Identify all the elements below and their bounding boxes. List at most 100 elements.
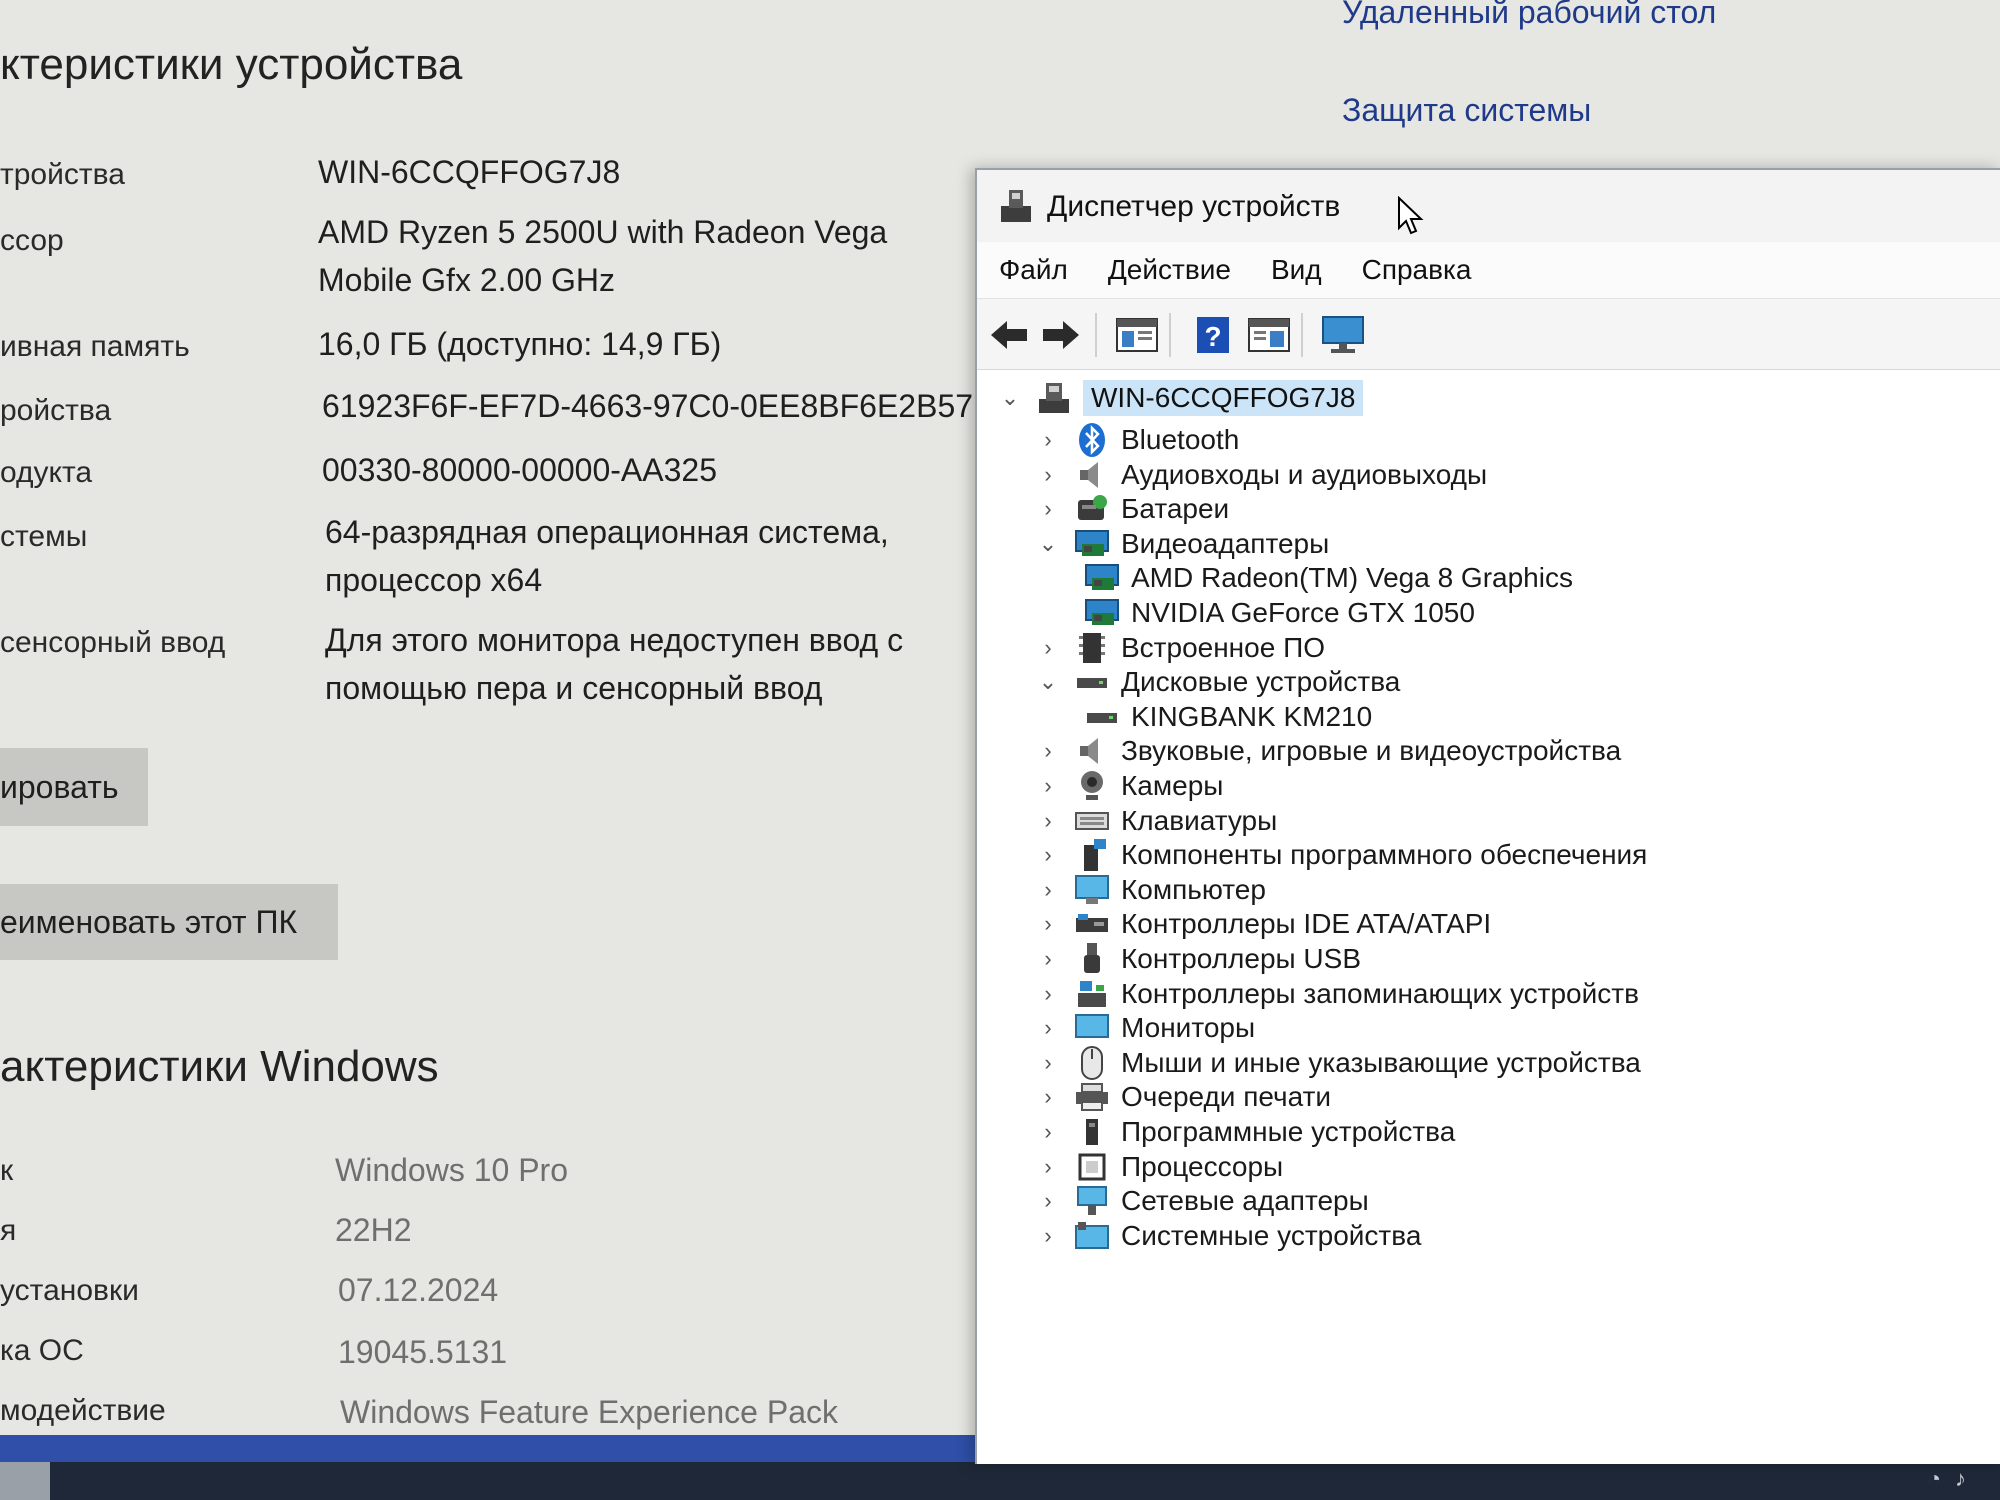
tree-item-label: Мыши и иные указывающие устройства	[1121, 1047, 1641, 1078]
windows-specs-heading: актеристики Windows	[0, 1042, 439, 1091]
processor-value-line2: Mobile Gfx 2.00 GHz	[318, 262, 615, 298]
rename-pc-button[interactable]: еименовать этот ПК	[0, 884, 338, 960]
tree-item-label: Контроллеры IDE ATA/ATAPI	[1121, 908, 1492, 939]
tree-category-item[interactable]: › Камеры	[1035, 766, 1223, 806]
menu-action[interactable]: Действие	[1108, 254, 1231, 286]
chevron-down-icon[interactable]: ⌄	[1035, 669, 1061, 695]
printer-icon	[1073, 1078, 1111, 1116]
menu-file[interactable]: Файл	[999, 254, 1068, 286]
back-button[interactable]	[987, 313, 1031, 357]
tree-category-item[interactable]: ⌄ Дисковые устройства	[1035, 662, 1401, 702]
show-hide-console-tree-button[interactable]	[1115, 313, 1159, 357]
chevron-right-icon[interactable]: ›	[1035, 808, 1061, 834]
chevron-right-icon[interactable]: ›	[1035, 946, 1061, 972]
tree-item-label: Мониторы	[1121, 1012, 1256, 1043]
chevron-right-icon[interactable]: ›	[1035, 1084, 1061, 1110]
system-type-value-line2: процессор x64	[325, 562, 543, 598]
chevron-right-icon[interactable]: ›	[1035, 1154, 1061, 1180]
tree-category-item[interactable]: › Компоненты программного обеспечения	[1035, 835, 1647, 875]
install-date-label: установки	[0, 1274, 139, 1307]
svg-text:?: ?	[1204, 321, 1221, 352]
chevron-down-icon[interactable]: ⌄	[997, 385, 1023, 411]
device-tree[interactable]: ⌄ WIN-6CCQFFOG7J8 › Bluetooth › Аудиовходы …	[977, 370, 2000, 1464]
tree-device-item[interactable]: AMD Radeon(TM) Vega 8 Graphics	[1071, 558, 1573, 598]
tree-category-item[interactable]: › Контроллеры IDE ATA/ATAPI	[1035, 904, 1491, 944]
chevron-right-icon[interactable]: ›	[1035, 427, 1061, 453]
system-device-icon	[1073, 1217, 1111, 1255]
system-protection-link[interactable]: Защита системы	[1342, 92, 1591, 129]
device-id-label: ройства	[0, 394, 112, 427]
pen-touch-value-line2: помощью пера и сенсорный ввод	[325, 670, 823, 706]
tree-item-label: Компьютер	[1121, 874, 1266, 905]
device-id-value: 61923F6F-EF7D-4663-97C0-0EE8BF6E2B57	[322, 388, 974, 424]
title-bar[interactable]: Диспетчер устройств	[977, 170, 2000, 242]
chevron-right-icon[interactable]: ›	[1035, 842, 1061, 868]
os-build-label: ка ОС	[0, 1334, 84, 1367]
tree-device-item[interactable]: NVIDIA GeForce GTX 1050	[1071, 593, 1475, 633]
tree-category-item[interactable]: › Звуковые, игровые и видеоустройства	[1035, 731, 1621, 771]
start-button[interactable]	[0, 1462, 50, 1500]
speaker-icon	[1073, 732, 1111, 770]
tree-root-label: WIN-6CCQFFOG7J8	[1083, 380, 1364, 416]
tree-category-item[interactable]: › Сетевые адаптеры	[1035, 1181, 1368, 1221]
tree-item-label: AMD Radeon(TM) Vega 8 Graphics	[1131, 562, 1573, 593]
scan-hardware-button[interactable]	[1321, 313, 1365, 357]
arrow-left-icon	[991, 321, 1027, 349]
chevron-right-icon[interactable]: ›	[1035, 1188, 1061, 1214]
tree-root[interactable]: ⌄ WIN-6CCQFFOG7J8	[997, 378, 1364, 418]
copy-button-label: ировать	[0, 768, 119, 805]
copy-button[interactable]: ировать	[0, 748, 148, 826]
tree-category-item[interactable]: › Очереди печати	[1035, 1077, 1331, 1117]
chevron-right-icon[interactable]: ›	[1035, 981, 1061, 1007]
network-tray-icon[interactable]: ◔	[1928, 1466, 1955, 1491]
tree-item-label: Bluetooth	[1121, 424, 1240, 455]
rename-pc-button-label: еименовать этот ПК	[0, 903, 298, 940]
chevron-right-icon[interactable]: ›	[1035, 1119, 1061, 1145]
edition-value: Windows 10 Pro	[335, 1152, 568, 1188]
tree-item-label: Клавиатуры	[1121, 805, 1278, 836]
tree-category-item[interactable]: › Батареи	[1035, 489, 1229, 529]
device-name-label: тройства	[0, 158, 125, 191]
chevron-right-icon[interactable]: ›	[1035, 877, 1061, 903]
display-adapter-icon	[1083, 594, 1121, 632]
bluetooth-icon	[1073, 421, 1111, 459]
chevron-right-icon[interactable]: ›	[1035, 911, 1061, 937]
chevron-right-icon[interactable]: ›	[1035, 738, 1061, 764]
properties-button[interactable]	[1247, 313, 1291, 357]
tree-item-label: Программные устройства	[1121, 1116, 1456, 1147]
toolbar: ?	[977, 298, 2000, 371]
chevron-right-icon[interactable]: ›	[1035, 773, 1061, 799]
menu-view[interactable]: Вид	[1271, 254, 1322, 286]
tree-category-item[interactable]: › Системные устройства	[1035, 1216, 1421, 1256]
volume-tray-icon[interactable]: ♪	[1955, 1466, 1980, 1491]
device-specs-heading: ктеристики устройства	[0, 40, 463, 89]
tree-category-item[interactable]: › Контроллеры USB	[1035, 939, 1361, 979]
tree-category-item[interactable]: › Программные устройства	[1035, 1112, 1455, 1152]
menu-bar: Файл Действие Вид Справка	[977, 242, 2000, 298]
device-manager-window[interactable]: Диспетчер устройств Файл Действие Вид Сп…	[975, 168, 2000, 1464]
chevron-right-icon[interactable]: ›	[1035, 496, 1061, 522]
software-component-icon	[1073, 836, 1111, 874]
chevron-down-icon[interactable]: ⌄	[1035, 531, 1061, 557]
ram-label: ивная память	[0, 330, 190, 363]
product-id-label: одукта	[0, 456, 93, 489]
chevron-right-icon[interactable]: ›	[1035, 462, 1061, 488]
help-button[interactable]: ?	[1191, 313, 1235, 357]
tree-item-label: Процессоры	[1121, 1151, 1284, 1182]
chevron-right-icon[interactable]: ›	[1035, 635, 1061, 661]
battery-icon	[1073, 490, 1111, 528]
remote-desktop-link[interactable]: Удаленный рабочий стол	[1342, 0, 1716, 31]
forward-button[interactable]	[1039, 313, 1083, 357]
taskbar	[0, 1462, 2000, 1500]
chevron-right-icon[interactable]: ›	[1035, 1015, 1061, 1041]
tree-category-item[interactable]: › Bluetooth	[1035, 420, 1239, 460]
tree-category-item[interactable]: › Мониторы	[1035, 1008, 1255, 1048]
tree-item-label: Дисковые устройства	[1121, 666, 1401, 697]
menu-help[interactable]: Справка	[1362, 254, 1472, 286]
system-tray[interactable]: ◔♪	[1928, 1466, 1980, 1492]
chevron-right-icon[interactable]: ›	[1035, 1223, 1061, 1249]
chevron-right-icon[interactable]: ›	[1035, 1050, 1061, 1076]
tree-item-label: Компоненты программного обеспечения	[1121, 839, 1648, 870]
tree-item-label: Камеры	[1121, 770, 1224, 801]
toolbar-separator	[1169, 313, 1171, 357]
